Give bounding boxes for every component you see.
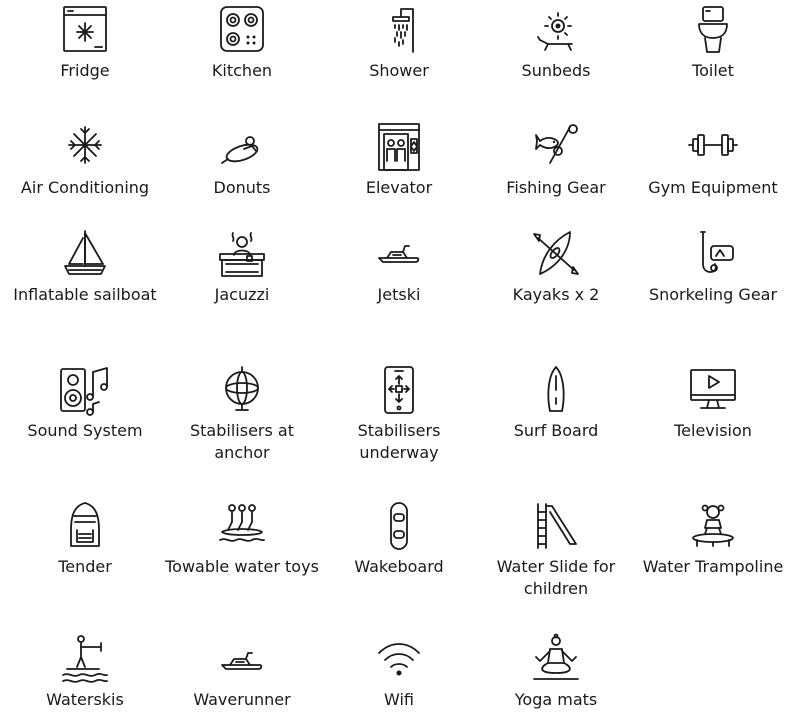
amenity-surf-board: Surf Board	[476, 364, 636, 442]
wakeboard-icon	[371, 500, 427, 552]
snowflake-icon	[57, 121, 113, 173]
amenity-wifi: Wifi	[319, 633, 479, 711]
amenity-label: Television	[674, 421, 752, 440]
amenity-inflatable-sailboat: Inflatable sailboat	[5, 228, 165, 306]
amenity-label: Water Slide for children	[496, 557, 616, 598]
amenity-air-conditioning: Air Conditioning	[5, 121, 165, 199]
amenity-label: Yoga mats	[514, 690, 598, 709]
amenity-jetski: Jetski	[319, 228, 479, 306]
amenity-label: Stabilisers at anchor	[190, 421, 294, 462]
amenity-label: Fridge	[60, 61, 110, 80]
monitor-icon	[685, 364, 741, 416]
towable-toys-icon	[214, 500, 270, 552]
amenity-tender: Tender	[5, 500, 165, 578]
amenity-jacuzzi: Jacuzzi	[162, 228, 322, 306]
amenity-snorkeling-gear: Snorkeling Gear	[633, 228, 791, 306]
speaker-icon	[57, 364, 113, 416]
amenity-label: Waterskis	[46, 690, 124, 709]
amenity-label: Snorkeling Gear	[648, 285, 778, 304]
kayak-icon	[528, 228, 584, 280]
amenity-label: Kayaks x 2	[512, 285, 600, 304]
amenity-label: Waverunner	[193, 690, 291, 709]
amenity-fridge: Fridge	[5, 4, 165, 82]
amenity-shower: Shower	[319, 4, 479, 82]
amenity-towable-toys: Towable water toys	[162, 500, 322, 578]
amenity-television: Television	[633, 364, 791, 442]
amenity-label: Sound System	[27, 421, 143, 440]
amenity-label: Toilet	[692, 61, 734, 80]
amenity-label: Elevator	[365, 178, 433, 197]
amenity-label: Stabilisers underway	[357, 421, 441, 462]
amenity-fishing-gear: Fishing Gear	[476, 121, 636, 199]
snorkel-icon	[685, 228, 741, 280]
amenity-toilet: Toilet	[633, 4, 791, 82]
amenity-label: Wifi	[384, 690, 414, 709]
jacuzzi-icon	[214, 228, 270, 280]
amenity-label: Gym Equipment	[648, 178, 778, 197]
yoga-icon	[528, 633, 584, 685]
amenity-label: Wakeboard	[354, 557, 444, 576]
toilet-icon	[685, 4, 741, 56]
amenity-label: Surf Board	[513, 421, 599, 440]
amenity-label: Inflatable sailboat	[13, 285, 157, 304]
amenity-yoga-mats: Yoga mats	[476, 633, 636, 711]
amenity-gym-equipment: Gym Equipment	[633, 121, 791, 199]
waverunner-icon	[214, 633, 270, 685]
jetski-icon	[371, 228, 427, 280]
amenities-grid: Fridge Kitchen Shower Sunbeds Toilet Air…	[0, 0, 791, 720]
amenity-water-trampoline: Water Trampoline	[633, 500, 791, 578]
elevator-icon	[371, 121, 427, 173]
amenity-elevator: Elevator	[319, 121, 479, 199]
donut-tube-icon	[214, 121, 270, 173]
amenity-stabilisers-underway: Stabilisers underway	[319, 364, 479, 464]
amenity-label: Water Trampoline	[642, 557, 784, 576]
amenity-kayaks: Kayaks x 2	[476, 228, 636, 306]
amenity-waterskis: Waterskis	[5, 633, 165, 711]
surfboard-icon	[528, 364, 584, 416]
waterski-icon	[57, 633, 113, 685]
amenity-sunbeds: Sunbeds	[476, 4, 636, 82]
amenity-water-slide: Water Slide for children	[476, 500, 636, 600]
amenity-label: Donuts	[213, 178, 271, 197]
amenity-waverunner: Waverunner	[162, 633, 322, 711]
gyroscope-icon	[214, 364, 270, 416]
wifi-icon	[371, 633, 427, 685]
trampoline-icon	[685, 500, 741, 552]
amenity-donuts: Donuts	[162, 121, 322, 199]
amenity-label: Sunbeds	[521, 61, 591, 80]
fishing-gear-icon	[528, 121, 584, 173]
amenity-stabilisers-anchor: Stabilisers at anchor	[162, 364, 322, 464]
dumbbell-icon	[685, 121, 741, 173]
amenity-label: Shower	[369, 61, 429, 80]
sunbed-icon	[528, 4, 584, 56]
amenity-label: Jacuzzi	[214, 285, 270, 304]
amenity-label: Kitchen	[211, 61, 273, 80]
amenity-label: Fishing Gear	[506, 178, 606, 197]
amenity-sound-system: Sound System	[5, 364, 165, 442]
amenity-kitchen: Kitchen	[162, 4, 322, 82]
phone-stabiliser-icon	[371, 364, 427, 416]
amenity-label: Towable water toys	[165, 557, 319, 576]
amenity-label: Jetski	[377, 285, 421, 304]
amenity-wakeboard: Wakeboard	[319, 500, 479, 578]
shower-icon	[371, 4, 427, 56]
amenity-label: Air Conditioning	[20, 178, 150, 197]
sailboat-icon	[57, 228, 113, 280]
tender-boat-icon	[57, 500, 113, 552]
water-slide-icon	[528, 500, 584, 552]
amenity-label: Tender	[58, 557, 112, 576]
kitchen-icon	[214, 4, 270, 56]
fridge-icon	[57, 4, 113, 56]
